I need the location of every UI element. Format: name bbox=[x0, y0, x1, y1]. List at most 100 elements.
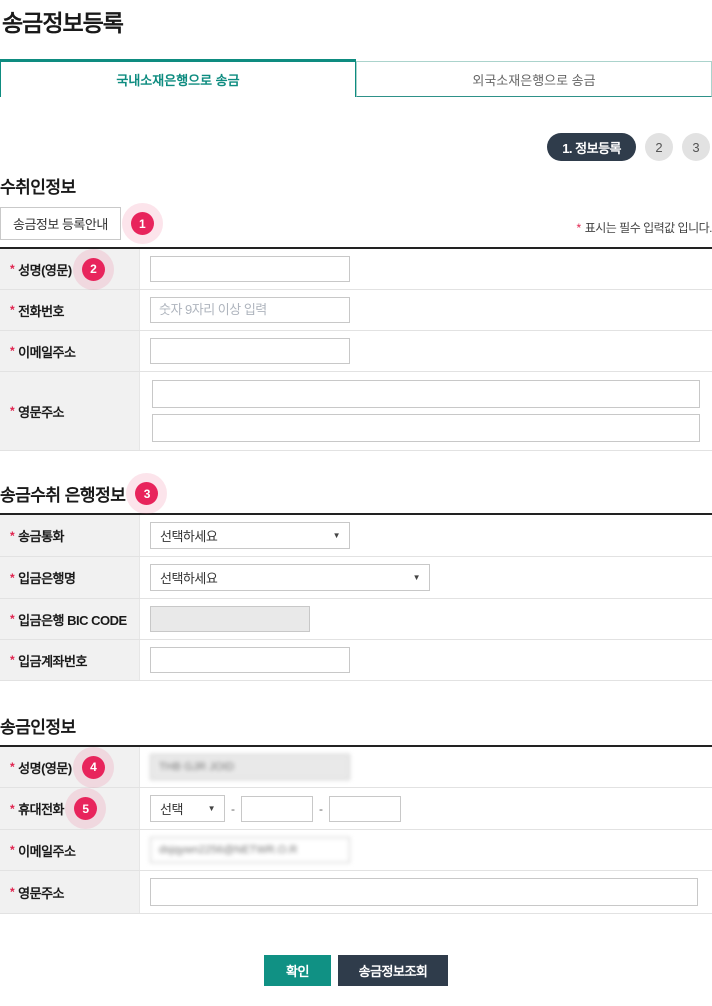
required-asterisk: * bbox=[10, 653, 14, 667]
remittance-guide-button[interactable]: 송금정보 등록안내 bbox=[0, 207, 121, 240]
required-asterisk: * bbox=[10, 802, 14, 816]
callout-badge-2: 2 bbox=[82, 258, 105, 281]
deposit-bank-select[interactable]: 선택하세요 ▼ bbox=[150, 564, 430, 591]
sender-form-table: * 성명(영문) 4 * 휴대전화 5 선택 ▼ - - bbox=[0, 745, 712, 914]
table-row: * 영문주소 bbox=[0, 871, 712, 914]
sender-address-label: * 영문주소 bbox=[0, 871, 140, 913]
callout-badge-5: 5 bbox=[74, 797, 97, 820]
step-3: 3 bbox=[682, 133, 710, 161]
recipient-address-line2-input[interactable] bbox=[152, 414, 700, 442]
table-row: * 이메일주소 bbox=[0, 331, 712, 372]
required-asterisk: * bbox=[10, 612, 14, 626]
table-row: * 성명(영문) 2 bbox=[0, 249, 712, 290]
recipient-section-title: 수취인정보 bbox=[0, 173, 712, 198]
recipient-email-input[interactable] bbox=[150, 338, 350, 364]
recipient-name-cell bbox=[140, 249, 712, 289]
label-text: 전화번호 bbox=[18, 301, 64, 320]
currency-cell: 선택하세요 ▼ bbox=[140, 515, 712, 556]
section-title-text: 송금수취 은행정보 bbox=[0, 481, 125, 506]
required-asterisk: * bbox=[10, 303, 14, 317]
footer-actions: 확인 송금정보조회 bbox=[0, 955, 712, 986]
tab-foreign-bank[interactable]: 외국소재은행으로 송금 bbox=[356, 61, 712, 97]
table-row: * 이메일주소 bbox=[0, 830, 712, 871]
page-title: 송금정보등록 bbox=[0, 2, 712, 38]
required-asterisk: * bbox=[10, 760, 14, 774]
deposit-bank-cell: 선택하세요 ▼ bbox=[140, 557, 712, 598]
label-text: 영문주소 bbox=[18, 883, 64, 902]
bank-form-table: * 송금통화 선택하세요 ▼ * 입금은행명 선택하세요 ▼ bbox=[0, 513, 712, 681]
label-text: 입금은행명 bbox=[18, 568, 75, 587]
chevron-down-icon: ▼ bbox=[413, 573, 420, 582]
bic-code-input bbox=[150, 606, 310, 632]
recipient-address-cell bbox=[140, 372, 712, 450]
table-row: * 입금은행명 선택하세요 ▼ bbox=[0, 557, 712, 599]
table-row: * 송금통화 선택하세요 ▼ bbox=[0, 515, 712, 557]
sender-name-label: * 성명(영문) 4 bbox=[0, 747, 140, 787]
select-value: 선택하세요 bbox=[160, 526, 217, 545]
phone-separator: - bbox=[319, 802, 323, 816]
sender-name-cell bbox=[140, 747, 712, 787]
sender-section-title: 송금인정보 bbox=[0, 713, 712, 738]
required-asterisk: * bbox=[10, 571, 14, 585]
callout-badge-1: 1 bbox=[131, 212, 154, 235]
step-indicator: 1. 정보등록 2 3 bbox=[0, 133, 712, 161]
label-text: 영문주소 bbox=[18, 402, 64, 421]
label-text: 성명(영문) bbox=[18, 758, 72, 777]
required-asterisk: * bbox=[577, 221, 581, 235]
recipient-phone-input[interactable] bbox=[150, 297, 350, 323]
recipient-name-input[interactable] bbox=[150, 256, 350, 282]
sender-address-input[interactable] bbox=[150, 878, 698, 906]
deposit-bank-label: * 입금은행명 bbox=[0, 557, 140, 598]
required-asterisk: * bbox=[10, 262, 14, 276]
callout-badge-3: 3 bbox=[135, 482, 158, 505]
recipient-phone-label: * 전화번호 bbox=[0, 290, 140, 330]
required-asterisk: * bbox=[10, 404, 14, 418]
bank-section-title: 송금수취 은행정보 3 bbox=[0, 481, 712, 506]
sender-name-input bbox=[150, 754, 350, 780]
select-value: 선택하세요 bbox=[160, 568, 217, 587]
phone-separator: - bbox=[231, 802, 235, 816]
account-number-cell bbox=[140, 640, 712, 680]
bic-code-cell bbox=[140, 599, 712, 639]
required-asterisk: * bbox=[10, 529, 14, 543]
mobile-prefix-select[interactable]: 선택 ▼ bbox=[150, 795, 225, 822]
bic-code-label: * 입금은행 BIC CODE bbox=[0, 599, 140, 639]
callout-badge-4: 4 bbox=[82, 756, 105, 779]
table-row: * 휴대전화 5 선택 ▼ - - bbox=[0, 788, 712, 830]
table-row: * 영문주소 bbox=[0, 372, 712, 451]
recipient-form-table: * 성명(영문) 2 * 전화번호 * 이메일주소 bbox=[0, 247, 712, 451]
label-text: 이메일주소 bbox=[18, 841, 75, 860]
label-text: 송금통화 bbox=[18, 526, 64, 545]
required-asterisk: * bbox=[10, 885, 14, 899]
label-text: 입금은행 BIC CODE bbox=[18, 610, 127, 629]
guide-button-group: 송금정보 등록안내 1 bbox=[0, 207, 154, 240]
table-row: * 입금계좌번호 bbox=[0, 640, 712, 681]
mobile-last-input[interactable] bbox=[329, 796, 401, 822]
recipient-phone-cell bbox=[140, 290, 712, 330]
mobile-middle-input[interactable] bbox=[241, 796, 313, 822]
currency-label: * 송금통화 bbox=[0, 515, 140, 556]
table-row: * 성명(영문) 4 bbox=[0, 747, 712, 788]
confirm-button[interactable]: 확인 bbox=[264, 955, 331, 986]
tab-bar: 국내소재은행으로 송금 외국소재은행으로 송금 bbox=[0, 59, 712, 97]
sender-email-label: * 이메일주소 bbox=[0, 830, 140, 870]
sender-email-input[interactable] bbox=[150, 837, 350, 863]
select-value: 선택 bbox=[160, 799, 183, 818]
section-title-text: 수취인정보 bbox=[0, 173, 76, 198]
recipient-address-line1-input[interactable] bbox=[152, 380, 700, 408]
sender-mobile-cell: 선택 ▼ - - bbox=[140, 788, 712, 829]
remittance-info-lookup-button[interactable]: 송금정보조회 bbox=[338, 955, 448, 986]
guide-row: 송금정보 등록안내 1 *표시는 필수 입력값 입니다. bbox=[0, 207, 712, 240]
label-text: 성명(영문) bbox=[18, 260, 72, 279]
chevron-down-icon: ▼ bbox=[208, 804, 215, 813]
account-number-label: * 입금계좌번호 bbox=[0, 640, 140, 680]
table-row: * 입금은행 BIC CODE bbox=[0, 599, 712, 640]
recipient-email-label: * 이메일주소 bbox=[0, 331, 140, 371]
section-title-text: 송금인정보 bbox=[0, 713, 76, 738]
recipient-name-label: * 성명(영문) 2 bbox=[0, 249, 140, 289]
tab-domestic-bank[interactable]: 국내소재은행으로 송금 bbox=[0, 59, 356, 97]
account-number-input[interactable] bbox=[150, 647, 350, 673]
chevron-down-icon: ▼ bbox=[333, 531, 340, 540]
sender-mobile-label: * 휴대전화 5 bbox=[0, 788, 140, 829]
currency-select[interactable]: 선택하세요 ▼ bbox=[150, 522, 350, 549]
